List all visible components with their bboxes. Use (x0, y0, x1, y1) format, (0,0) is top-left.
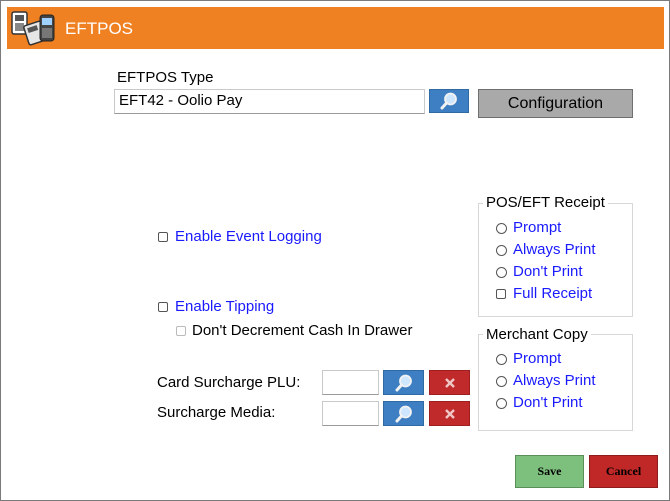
eftpos-type-field[interactable]: EFT42 - Oolio Pay (114, 89, 425, 114)
close-icon (444, 408, 455, 419)
search-icon (395, 405, 412, 422)
surcharge-media-field[interactable] (322, 401, 379, 426)
surcharge-media-label: Surcharge Media: (157, 404, 276, 421)
enable-tipping-label[interactable]: Enable Tipping (175, 298, 274, 315)
receipt-prompt-radio[interactable] (496, 223, 507, 234)
enable-event-logging-label[interactable]: Enable Event Logging (175, 228, 322, 245)
dont-decrement-cash-checkbox[interactable] (176, 326, 186, 336)
full-receipt-label[interactable]: Full Receipt (513, 285, 592, 302)
close-icon (444, 377, 455, 388)
merchant-prompt-label[interactable]: Prompt (513, 350, 561, 367)
card-surcharge-plu-field[interactable] (322, 370, 379, 395)
search-icon (395, 374, 412, 391)
card-surcharge-plu-label: Card Surcharge PLU: (157, 374, 301, 391)
search-icon (440, 92, 457, 110)
enable-tipping-checkbox[interactable] (158, 302, 168, 312)
window-title: EFTPOS (65, 19, 134, 38)
configuration-button[interactable]: Configuration (478, 89, 633, 118)
surcharge-media-clear-button[interactable] (429, 401, 470, 426)
cancel-button[interactable]: Cancel (589, 455, 658, 488)
card-surcharge-clear-button[interactable] (429, 370, 470, 395)
save-button[interactable]: Save (515, 455, 584, 488)
title-bar: EFTPOS (7, 7, 664, 49)
receipt-dont-print-label[interactable]: Don't Print (513, 263, 583, 280)
receipt-dont-print-radio[interactable] (496, 267, 507, 278)
surcharge-media-search-button[interactable] (383, 401, 424, 426)
merchant-always-print-label[interactable]: Always Print (513, 372, 596, 389)
dialog-window: EFTPOS EFTPOS Type EFT42 - Oolio Pay Con… (0, 0, 670, 501)
dont-decrement-cash-label: Don't Decrement Cash In Drawer (192, 322, 413, 339)
receipt-always-print-radio[interactable] (496, 245, 507, 256)
pos-eft-receipt-title: POS/EFT Receipt (483, 194, 608, 211)
merchant-copy-title: Merchant Copy (483, 326, 591, 343)
enable-event-logging-checkbox[interactable] (158, 232, 168, 242)
merchant-dont-print-radio[interactable] (496, 398, 507, 409)
eftpos-type-label: EFTPOS Type (117, 69, 214, 86)
eftpos-type-search-button[interactable] (429, 89, 469, 113)
merchant-always-print-radio[interactable] (496, 376, 507, 387)
card-surcharge-search-button[interactable] (383, 370, 424, 395)
merchant-prompt-radio[interactable] (496, 354, 507, 365)
eftpos-terminal-icon (9, 9, 57, 47)
receipt-prompt-label[interactable]: Prompt (513, 219, 561, 236)
receipt-always-print-label[interactable]: Always Print (513, 241, 596, 258)
full-receipt-checkbox[interactable] (496, 289, 506, 299)
merchant-dont-print-label[interactable]: Don't Print (513, 394, 583, 411)
